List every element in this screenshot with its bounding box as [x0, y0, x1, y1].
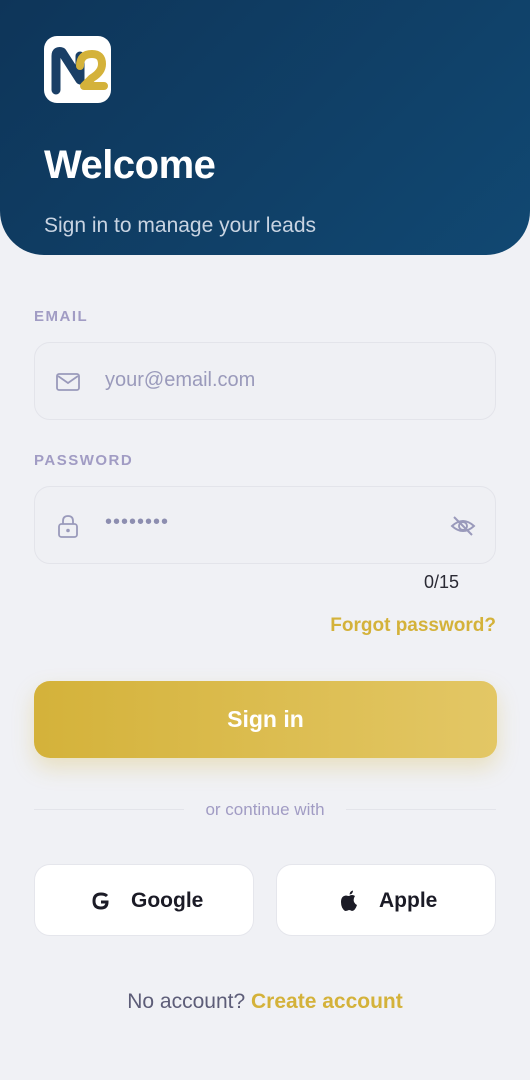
password-length-counter: 0/15: [424, 572, 460, 592]
google-icon: [89, 889, 113, 913]
page-subtitle: Sign in to manage your leads: [44, 214, 317, 237]
divider-text: or continue with: [205, 800, 325, 819]
lock-icon: [55, 513, 81, 539]
page-title: Welcome: [44, 143, 216, 187]
apple-button-label: Apple: [379, 889, 438, 912]
password-label: PASSWORD: [34, 452, 134, 469]
mail-icon: [55, 369, 81, 395]
signup-prompt: No account? Create account: [0, 990, 530, 1014]
google-button[interactable]: Google: [34, 864, 254, 936]
apple-button[interactable]: Apple: [276, 864, 496, 936]
app-logo: [44, 36, 111, 103]
eye-off-icon[interactable]: [449, 512, 477, 540]
forgot-password-link[interactable]: Forgot password?: [330, 615, 496, 637]
email-placeholder: your@email.com: [105, 369, 256, 391]
divider-right: [346, 809, 496, 810]
no-account-text: No account?: [127, 990, 246, 1013]
create-account-link[interactable]: Create account: [251, 990, 403, 1013]
sign-in-button[interactable]: Sign in: [34, 681, 497, 758]
email-field[interactable]: your@email.com: [34, 342, 496, 420]
google-button-label: Google: [131, 889, 204, 912]
header: Welcome Sign in to manage your leads: [0, 0, 530, 255]
email-label: EMAIL: [34, 308, 89, 325]
apple-icon: [337, 889, 361, 913]
password-value: ••••••••: [105, 511, 170, 533]
password-field[interactable]: ••••••••: [34, 486, 496, 564]
